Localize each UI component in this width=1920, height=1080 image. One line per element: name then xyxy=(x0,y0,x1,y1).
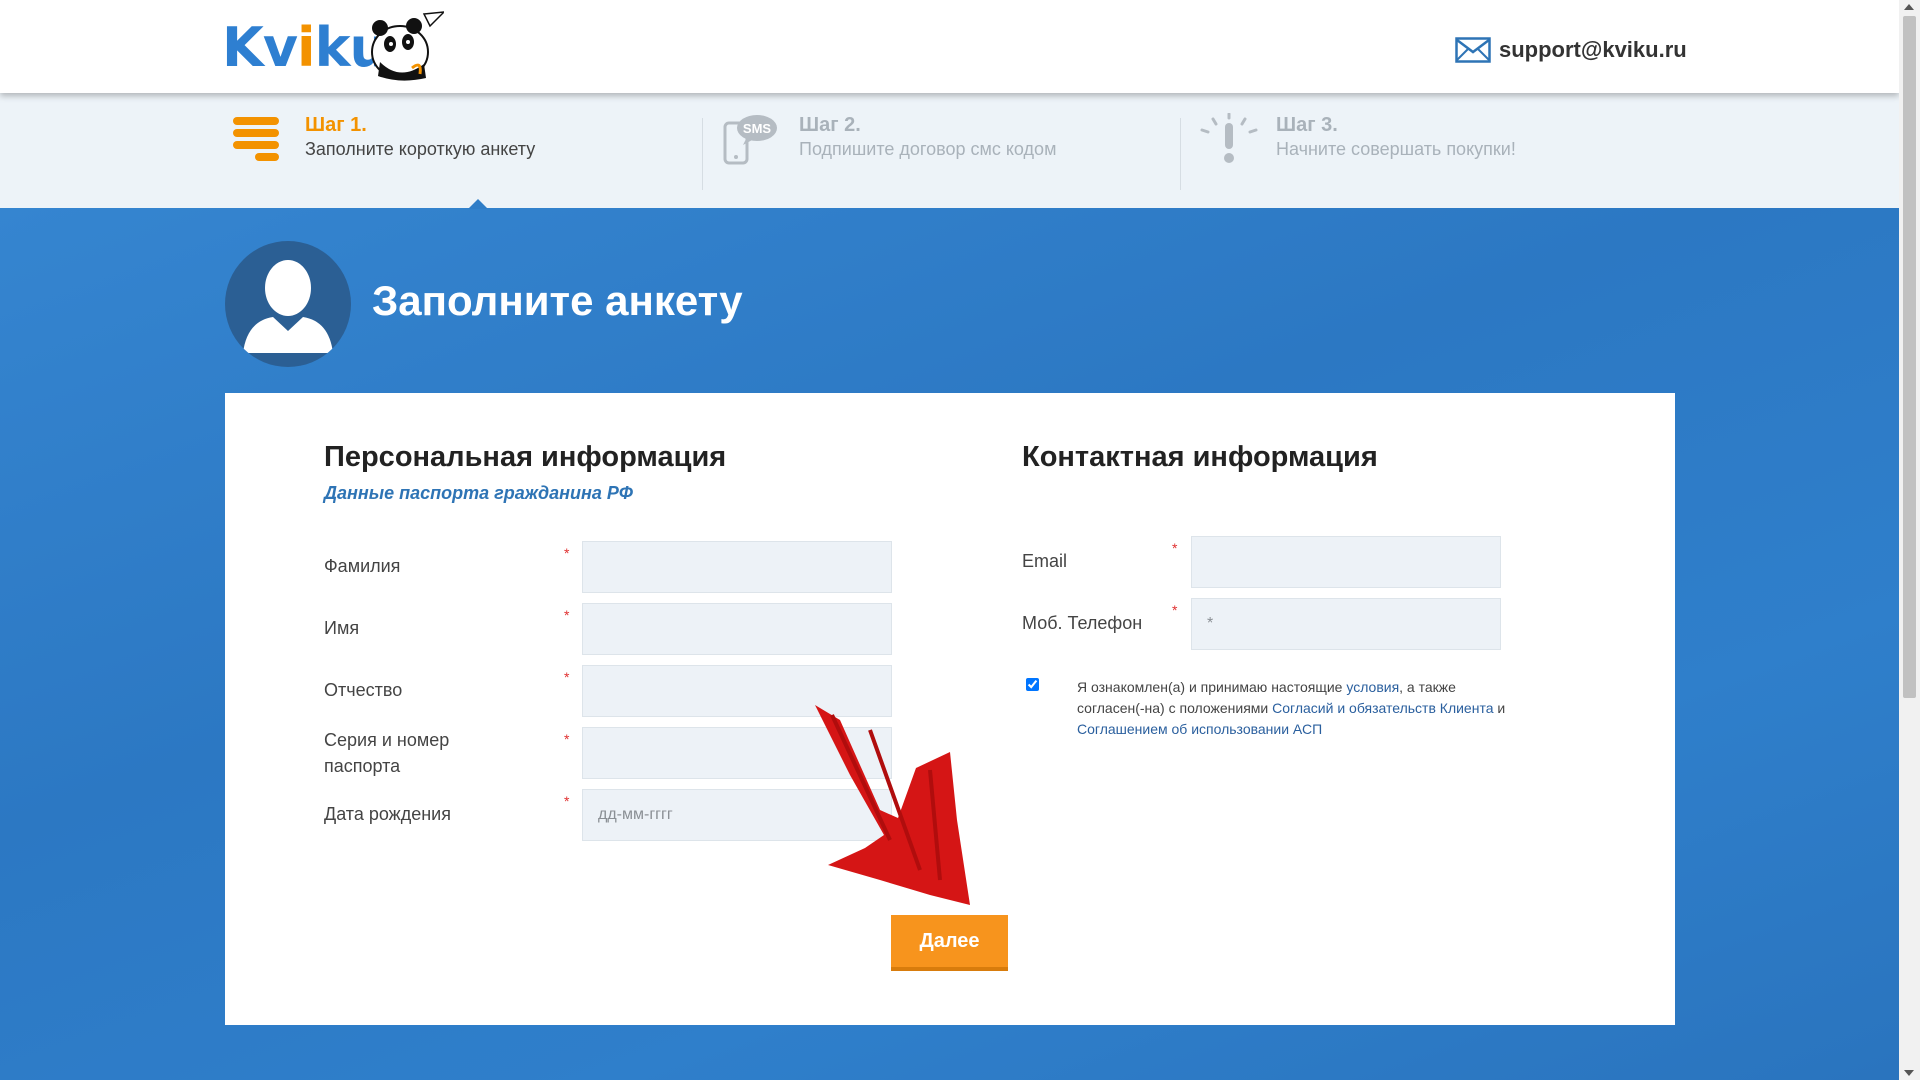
required-mark: * xyxy=(1172,540,1178,556)
step-1: Шаг 1. Заполните короткую анкету xyxy=(232,113,535,163)
first-name-input[interactable] xyxy=(582,603,892,655)
site-header: Kviku support@kviku.ru xyxy=(0,0,1899,93)
client-agreements-link[interactable]: Согласий и обязательств Клиента xyxy=(1272,700,1493,716)
active-step-pointer xyxy=(468,199,488,209)
passport-label: Серия и номер паспорта xyxy=(324,730,450,776)
exclamation-icon xyxy=(1200,113,1258,163)
scroll-down-icon[interactable] xyxy=(1904,1070,1914,1076)
scrollbar-thumb[interactable] xyxy=(1903,16,1916,698)
step-divider xyxy=(1180,118,1181,190)
kviku-logo[interactable]: Kviku xyxy=(222,10,444,82)
support-email[interactable]: support@kviku.ru xyxy=(1499,37,1687,63)
required-mark: * xyxy=(1172,602,1178,618)
birth-date-label: Дата рождения xyxy=(324,804,451,824)
required-mark: * xyxy=(564,731,570,747)
sms-badge-text: SMS xyxy=(743,121,772,136)
terms-link[interactable]: условия xyxy=(1346,679,1399,695)
patronymic-input[interactable] xyxy=(582,665,892,717)
asp-agreement-link[interactable]: Соглашением об использовании АСП xyxy=(1077,721,1322,737)
scroll-up-icon[interactable] xyxy=(1904,4,1914,10)
last-name-input[interactable] xyxy=(582,541,892,593)
personal-info-title: Персональная информация xyxy=(324,441,727,473)
support-contact[interactable]: support@kviku.ru xyxy=(1455,35,1687,65)
user-avatar-icon xyxy=(225,241,351,367)
phone-input[interactable] xyxy=(1191,598,1501,650)
panda-mascot-icon xyxy=(371,11,444,81)
birth-date-input[interactable] xyxy=(582,789,892,841)
step-3-number: Шаг 3. xyxy=(1276,114,1338,136)
patronymic-label: Отчество xyxy=(324,680,403,700)
required-mark: * xyxy=(564,545,570,561)
sms-phone-icon: SMS xyxy=(723,115,777,165)
form-card: Персональная информация Данные паспорта … xyxy=(225,393,1675,1025)
list-icon xyxy=(233,117,279,161)
required-mark: * xyxy=(564,607,570,623)
envelope-icon xyxy=(1455,37,1491,63)
email-label: Email xyxy=(1022,551,1068,571)
passport-input[interactable] xyxy=(582,727,892,779)
phone-label: Моб. Телефон xyxy=(1022,613,1143,633)
agreement-checkbox[interactable] xyxy=(1026,678,1039,691)
step-3-description: Начните совершать покупки! xyxy=(1276,139,1516,159)
step-1-description: Заполните короткую анкету xyxy=(305,139,536,159)
step-1-number: Шаг 1. xyxy=(305,114,367,136)
page-scrollbar[interactable] xyxy=(1899,0,1920,1080)
contact-info-title: Контактная информация xyxy=(1022,441,1378,473)
step-2: SMS Шаг 2. Подпишите договор смс кодом xyxy=(723,113,1056,167)
required-mark: * xyxy=(564,669,570,685)
last-name-label: Фамилия xyxy=(324,556,401,576)
step-2-number: Шаг 2. xyxy=(799,114,861,136)
step-divider xyxy=(702,118,703,190)
agreement-text: Я ознакомлен(а) и принимаю настоящие усл… xyxy=(1077,679,1506,737)
steps-bar: Шаг 1. Заполните короткую анкету SMS Шаг… xyxy=(0,93,1899,209)
step-2-description: Подпишите договор смс кодом xyxy=(799,139,1057,159)
email-input[interactable] xyxy=(1191,536,1501,588)
personal-info-subtitle: Данные паспорта гражданина РФ xyxy=(324,483,633,503)
step-3: Шаг 3. Начните совершать покупки! xyxy=(1198,113,1516,167)
page-title: Заполните анкету xyxy=(372,277,743,324)
required-mark: * xyxy=(564,793,570,809)
next-button[interactable]: Далее xyxy=(891,915,1008,971)
first-name-label: Имя xyxy=(324,618,360,638)
